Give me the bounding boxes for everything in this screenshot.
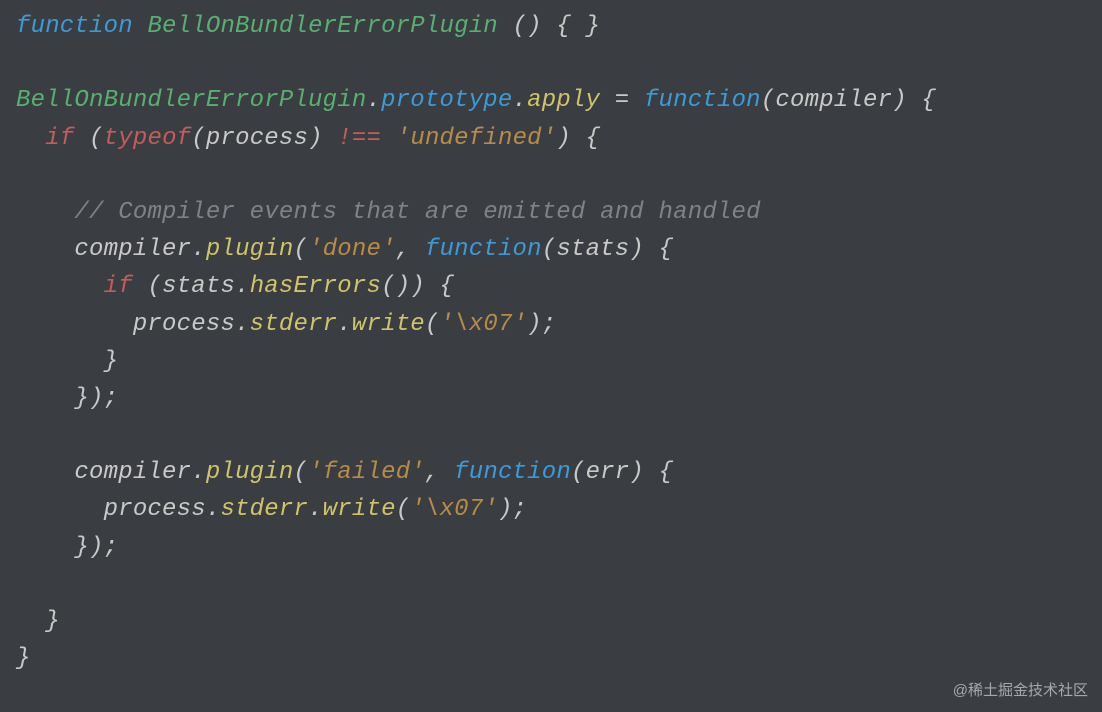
keyword-typeof: typeof bbox=[104, 125, 192, 152]
op-neq: !== bbox=[337, 125, 381, 152]
prop-stderr: stderr bbox=[220, 496, 308, 523]
comment: // Compiler events that are emitted and … bbox=[74, 199, 760, 226]
keyword-function: function bbox=[454, 459, 571, 486]
str-bell: '\x07' bbox=[440, 311, 528, 338]
param-stats: stats bbox=[556, 236, 629, 263]
code-block: function BellOnBundlerErrorPlugin () { }… bbox=[0, 0, 1102, 712]
prototype: prototype bbox=[381, 87, 512, 114]
keyword-if: if bbox=[104, 273, 133, 300]
watermark: @稀土掘金技术社区 bbox=[953, 679, 1088, 702]
str-done: 'done' bbox=[308, 236, 396, 263]
fn-name: BellOnBundlerErrorPlugin bbox=[147, 13, 497, 40]
id-compiler: compiler bbox=[74, 459, 191, 486]
apply-prop: apply bbox=[527, 87, 600, 114]
method-hasErrors: hasErrors bbox=[250, 273, 381, 300]
str-bell: '\x07' bbox=[410, 496, 498, 523]
str-undefined: 'undefined' bbox=[396, 125, 557, 152]
id-stats: stats bbox=[162, 273, 235, 300]
id-process: process bbox=[133, 311, 235, 338]
param-err: err bbox=[586, 459, 630, 486]
param-compiler: compiler bbox=[775, 87, 892, 114]
keyword-function: function bbox=[425, 236, 542, 263]
id-process: process bbox=[104, 496, 206, 523]
method-write: write bbox=[352, 311, 425, 338]
prop-stderr: stderr bbox=[250, 311, 338, 338]
method-plugin: plugin bbox=[206, 236, 294, 263]
method-write: write bbox=[323, 496, 396, 523]
keyword-function: function bbox=[644, 87, 761, 114]
str-failed: 'failed' bbox=[308, 459, 425, 486]
keyword-if: if bbox=[45, 125, 74, 152]
keyword-function: function bbox=[16, 13, 133, 40]
id-process: process bbox=[206, 125, 308, 152]
method-plugin: plugin bbox=[206, 459, 294, 486]
class-ref: BellOnBundlerErrorPlugin bbox=[16, 87, 366, 114]
id-compiler: compiler bbox=[74, 236, 191, 263]
